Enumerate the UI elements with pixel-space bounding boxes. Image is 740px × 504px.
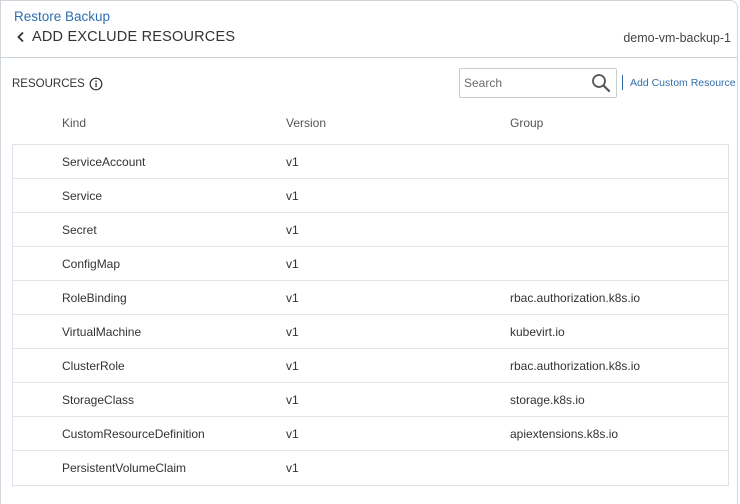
chevron-left-icon[interactable]: [13, 29, 29, 45]
resources-label-text: RESOURCES: [12, 78, 85, 90]
column-header-kind: Kind: [62, 116, 87, 130]
panel-header: Restore Backup ADD EXCLUDE RESOURCES dem…: [1, 1, 737, 58]
cell-kind: ConfigMap: [62, 257, 121, 271]
cell-version: v1: [286, 427, 299, 441]
backup-name: demo-vm-backup-1: [623, 31, 731, 45]
table-row[interactable]: StorageClass v1 storage.k8s.io: [13, 383, 728, 417]
cell-version: v1: [286, 393, 299, 407]
toolbar-divider: [622, 75, 623, 90]
column-header-group: Group: [510, 116, 544, 130]
resources-table: ServiceAccount v1 Service v1 Secret v1 C…: [12, 144, 729, 486]
cell-kind: RoleBinding: [62, 291, 127, 305]
cell-kind: CustomResourceDefinition: [62, 427, 205, 441]
cell-group: kubevirt.io: [510, 325, 565, 339]
cell-kind: VirtualMachine: [62, 325, 142, 339]
cell-kind: Secret: [62, 223, 97, 237]
cell-kind: PersistentVolumeClaim: [62, 461, 187, 475]
search-icon[interactable]: [591, 73, 611, 93]
column-header-version: Version: [286, 116, 327, 130]
cell-kind: Service: [62, 189, 103, 203]
cell-group: storage.k8s.io: [510, 393, 585, 407]
table-row[interactable]: CustomResourceDefinition v1 apiextension…: [13, 417, 728, 451]
table-row[interactable]: ConfigMap v1: [13, 247, 728, 281]
cell-version: v1: [286, 155, 299, 169]
cell-kind: ClusterRole: [62, 359, 125, 373]
search-box: [459, 68, 617, 98]
table-row[interactable]: Service v1: [13, 179, 728, 213]
add-custom-resource-link[interactable]: Add Custom Resource: [630, 77, 736, 89]
cell-version: v1: [286, 223, 299, 237]
table-row[interactable]: Secret v1: [13, 213, 728, 247]
cell-version: v1: [286, 291, 299, 305]
cell-version: v1: [286, 189, 299, 203]
cell-group: apiextensions.k8s.io: [510, 427, 619, 441]
cell-version: v1: [286, 257, 299, 271]
cell-group: rbac.authorization.k8s.io: [510, 291, 641, 305]
cell-kind: ServiceAccount: [62, 155, 146, 169]
cell-group: rbac.authorization.k8s.io: [510, 359, 641, 373]
search-input[interactable]: [460, 69, 590, 97]
cell-version: v1: [286, 325, 299, 339]
cell-version: v1: [286, 359, 299, 373]
breadcrumb-restore-backup[interactable]: Restore Backup: [14, 9, 110, 24]
table-row[interactable]: PersistentVolumeClaim v1: [13, 451, 728, 485]
info-icon[interactable]: [89, 77, 103, 91]
cell-version: v1: [286, 461, 299, 475]
back-button[interactable]: ADD EXCLUDE RESOURCES: [13, 29, 235, 45]
restore-panel: Restore Backup ADD EXCLUDE RESOURCES dem…: [0, 0, 738, 504]
resources-label: RESOURCES: [12, 77, 103, 91]
table-row[interactable]: ServiceAccount v1: [13, 145, 728, 179]
page-title: ADD EXCLUDE RESOURCES: [32, 29, 236, 45]
cell-kind: StorageClass: [62, 393, 135, 407]
table-row[interactable]: ClusterRole v1 rbac.authorization.k8s.io: [13, 349, 728, 383]
table-row[interactable]: RoleBinding v1 rbac.authorization.k8s.io: [13, 281, 728, 315]
table-row[interactable]: VirtualMachine v1 kubevirt.io: [13, 315, 728, 349]
